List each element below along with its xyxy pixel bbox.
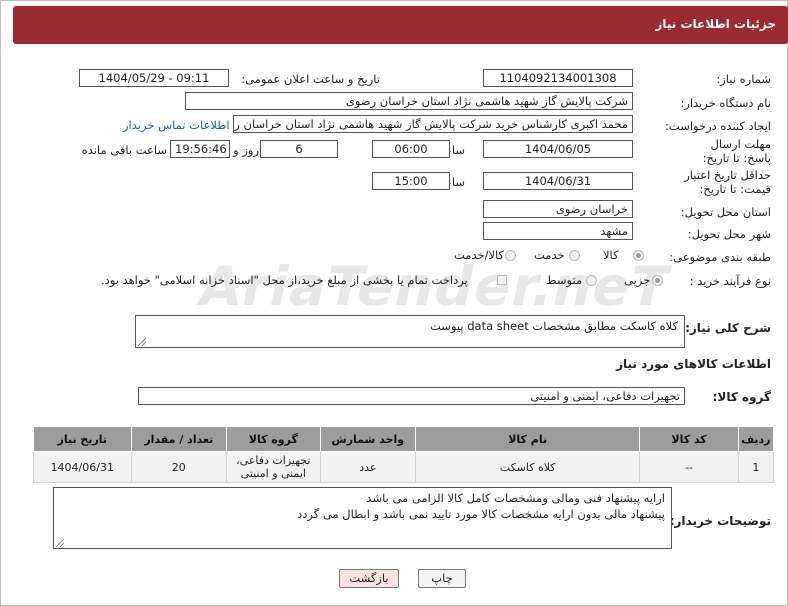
- buyer-org-field: شرکت پالایش گاز شهید هاشمی نژاد استان خر…: [185, 92, 633, 110]
- process-radio-medium[interactable]: [586, 275, 597, 286]
- col-header-code: کد کالا: [639, 426, 739, 452]
- category-option-service: خدمت: [534, 248, 565, 262]
- process-option-medium: متوسط: [546, 273, 583, 287]
- print-button[interactable]: چاپ: [418, 569, 466, 588]
- col-header-group: گروه کالا: [226, 426, 321, 452]
- goods-group-label: گروه کالا:: [712, 390, 771, 404]
- table-row: 1 -- کلاه کاسکت عدد تجهیزات دفاعی، ایمنی…: [33, 451, 775, 483]
- remaining-time-field: 19:56:46: [170, 140, 230, 158]
- reply-time-field: 06:00: [372, 140, 450, 158]
- buyer-notes-line-2: پیشنهاد مالی بدون ارایه مشخصات کالا مورد…: [297, 507, 665, 521]
- back-button[interactable]: بازگشت: [339, 569, 399, 588]
- goods-info-heading: اطلاعات کالاهای مورد نیاز: [616, 357, 771, 371]
- days-field: 6: [260, 140, 338, 158]
- category-label: طبقه بندی موضوعی:: [669, 250, 771, 264]
- process-option-minor: جزیی: [624, 273, 651, 287]
- col-header-unit: واحد شمارش: [319, 426, 417, 452]
- category-option-goods-service: کالا/خدمت: [454, 248, 505, 262]
- treasury-payment-note: پرداخت تمام یا بخشی از مبلغ خرید،از محل …: [101, 273, 468, 287]
- requester-field: محمد اکبری کارشناس خرید شرکت پالایش گاز …: [233, 115, 633, 133]
- requester-label: ایجاد کننده درخواست:: [665, 119, 771, 133]
- description-label: شرح کلی نیاز:: [685, 321, 771, 335]
- treasury-payment-checkbox[interactable]: [497, 275, 507, 285]
- category-radio-goods-service[interactable]: [505, 250, 516, 261]
- cell-code: --: [639, 451, 739, 483]
- category-radio-goods[interactable]: [633, 250, 644, 261]
- cell-group: تجهیزات دفاعی، ایمنی و امنیتی: [226, 451, 321, 483]
- buyer-contact-link[interactable]: اطلاعات تماس خریدار: [123, 118, 230, 132]
- need-number-field: 1104092134001308: [483, 69, 633, 87]
- delivery-province-field: خراسان رضوی: [483, 200, 633, 218]
- cell-name: کلاه کاسکت: [415, 451, 641, 483]
- col-header-name: نام کالا: [415, 426, 641, 452]
- cell-unit: عدد: [319, 451, 417, 483]
- cell-row: 1: [737, 451, 775, 483]
- announce-datetime-field: 1404/05/29 - 09:11: [79, 69, 229, 87]
- goods-table: ردیف کد کالا نام کالا واحد شمارش گروه کا…: [33, 426, 775, 483]
- process-type-label: نوع فرآیند خرید :: [689, 274, 771, 288]
- col-header-row: ردیف: [737, 426, 775, 452]
- days-label: روز و: [233, 143, 259, 157]
- need-number-label: شماره نیاز:: [716, 72, 771, 86]
- reply-deadline-label: مهلت ارسال پاسخ: تا تاریخ:: [702, 137, 771, 165]
- buyer-notes-line-1: ارایه پیشنهاد فنی ومالی ومشخصات کامل کال…: [366, 491, 665, 505]
- price-time-field: 15:00: [372, 172, 450, 190]
- resize-grip-icon[interactable]: [138, 338, 146, 346]
- description-text: کلاه کاسکت مطابق مشخصات data sheet پیوست: [430, 319, 678, 333]
- cell-date: 1404/06/31: [33, 451, 132, 483]
- category-radio-service[interactable]: [569, 250, 580, 261]
- reply-date-field: 1404/06/05: [483, 140, 633, 158]
- description-field[interactable]: کلاه کاسکت مطابق مشخصات data sheet پیوست: [135, 315, 685, 348]
- price-date-field: 1404/06/31: [483, 172, 633, 190]
- delivery-city-field: مشهد: [483, 222, 633, 240]
- remaining-label: ساعت باقی مانده: [81, 143, 167, 157]
- goods-group-field: تجهیزات دفاعی، ایمنی و امنیتی: [138, 387, 685, 405]
- buyer-org-label: نام دستگاه خریدار:: [680, 96, 771, 110]
- announce-datetime-label: تاریخ و ساعت اعلان عمومی:: [241, 72, 380, 86]
- buyer-notes-field[interactable]: ارایه پیشنهاد فنی ومالی ومشخصات کامل کال…: [53, 487, 672, 549]
- page-title: جزئیات اطلاعات نیاز: [655, 17, 776, 31]
- resize-grip-icon[interactable]: [56, 539, 64, 547]
- delivery-city-label: شهر محل تحویل:: [687, 227, 771, 241]
- goods-table-header: ردیف کد کالا نام کالا واحد شمارش گروه کا…: [33, 426, 775, 452]
- buyer-notes-label: توضیحات خریدار:: [669, 514, 771, 528]
- page-header: جزئیات اطلاعات نیاز: [13, 6, 788, 44]
- delivery-province-label: استان محل تحویل:: [680, 205, 771, 219]
- col-header-date: تاریخ نیاز: [33, 426, 132, 452]
- process-radio-minor[interactable]: [652, 275, 663, 286]
- cell-qty: 20: [130, 451, 228, 483]
- col-header-qty: تعداد / مقدار: [130, 426, 228, 452]
- price-validity-label: حداقل تاریخ اعتبار قیمت: تا تاریخ:: [684, 168, 771, 196]
- category-option-goods: کالا: [603, 248, 619, 262]
